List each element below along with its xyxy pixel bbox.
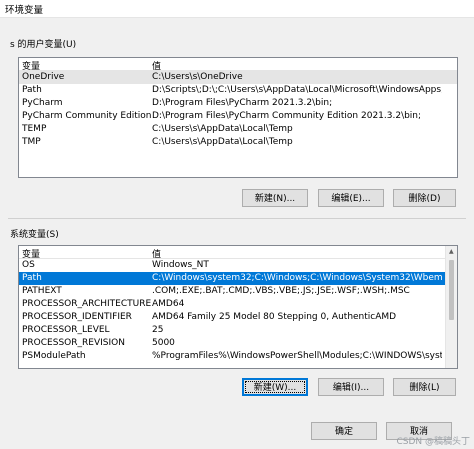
user-variables-list[interactable]: 变量 值 OneDrive C:\Users\s\OneDrive Path D:\…: [18, 57, 458, 178]
variable-name: PROCESSOR_IDENTIFIER: [22, 312, 132, 322]
table-row[interactable]: Path D:\Scripts\;D:\;C:\Users\s\AppData\L…: [19, 84, 457, 97]
system-edit-button[interactable]: 编辑(I)...: [318, 378, 384, 396]
variable-name: PROCESSOR_LEVEL: [22, 325, 110, 335]
user-new-button[interactable]: 新建(N)...: [242, 189, 308, 207]
variable-value: Windows_NT: [152, 260, 209, 270]
window-title: 环境变量: [5, 5, 44, 16]
table-row[interactable]: TEMP C:\Users\s\AppData\Local\Temp: [19, 123, 457, 136]
system-new-button[interactable]: 新建(W)...: [242, 378, 308, 396]
watermark: CSDN @稿稿头丁: [396, 437, 470, 447]
user-variables-label: s 的用户变量(U): [10, 40, 77, 50]
table-row[interactable]: PROCESSOR_IDENTIFIER AMD64 Family 25 Mode…: [19, 311, 457, 324]
table-row[interactable]: PyCharm D:\Program Files\PyCharm 2021.3.2…: [19, 97, 457, 110]
variable-name: OneDrive: [22, 72, 65, 82]
table-row[interactable]: PATHEXT .COM;.EXE;.BAT;.CMD;.VBS;.VBE;.JS…: [19, 285, 457, 298]
ok-button[interactable]: 确定: [311, 422, 377, 440]
variable-name: Path: [22, 273, 42, 283]
variable-name: PROCESSOR_ARCHITECTURE: [22, 299, 152, 309]
table-row[interactable]: PSModulePath %ProgramFiles%\WindowsPowerS…: [19, 350, 457, 363]
system-list-header: 变量 值: [19, 246, 457, 260]
system-variables-label: 系统变量(S): [10, 230, 59, 240]
variable-value: AMD64 Family 25 Model 80 Stepping 0, Aut…: [152, 312, 397, 322]
variable-name: PSModulePath: [22, 351, 86, 361]
system-variables-list[interactable]: 变量 值 OS Windows_NT Path C:\Windows\system3…: [18, 245, 458, 369]
table-row[interactable]: TMP C:\Users\s\AppData\Local\Temp: [19, 136, 457, 149]
variable-name: PROCESSOR_REVISION: [22, 338, 125, 348]
table-row-selected[interactable]: Path C:\Windows\system32;C:\Windows;C:\Wi…: [19, 272, 446, 285]
variable-value: C:\Windows\system32;C:\Windows;C:\Window…: [152, 273, 442, 283]
variable-name: OS: [22, 260, 35, 270]
scroll-up-icon[interactable]: ▲: [449, 248, 454, 255]
table-row[interactable]: PROCESSOR_REVISION 5000: [19, 337, 457, 350]
system-delete-button[interactable]: 删除(L): [393, 378, 456, 396]
scrollbar-thumb[interactable]: [449, 260, 454, 320]
variable-value: D:\Program Files\PyCharm Community Editi…: [152, 111, 422, 121]
variable-value: D:\Scripts\;D:\;C:\Users\s\AppData\Local…: [152, 85, 442, 95]
variable-value: C:\Users\s\AppData\Local\Temp: [152, 124, 293, 134]
variable-name: PATHEXT: [22, 286, 62, 296]
variable-value: C:\Users\s\OneDrive: [152, 72, 243, 82]
section-divider: [8, 218, 466, 219]
variable-name: PyCharm: [22, 98, 63, 108]
variable-name: PyCharm Community Edition: [22, 111, 152, 121]
variable-value: 25: [152, 325, 164, 335]
user-edit-button[interactable]: 编辑(E)...: [318, 189, 384, 207]
table-row[interactable]: PROCESSOR_ARCHITECTURE AMD64: [19, 298, 457, 311]
variable-value: .COM;.EXE;.BAT;.CMD;.VBS;.VBE;.JS;.JSE;.…: [152, 286, 410, 296]
variable-name: TMP: [22, 137, 41, 147]
variable-value: 5000: [152, 338, 175, 348]
vertical-scrollbar[interactable]: ▲: [445, 246, 457, 368]
table-row[interactable]: PROCESSOR_LEVEL 25: [19, 324, 457, 337]
variable-value: %ProgramFiles%\WindowsPowerShell\Modules…: [152, 351, 442, 361]
variable-name: TEMP: [22, 124, 47, 134]
variable-name: Path: [22, 85, 42, 95]
table-row[interactable]: PyCharm Community Edition D:\Program File…: [19, 110, 457, 123]
table-row[interactable]: OneDrive C:\Users\s\OneDrive: [19, 71, 457, 84]
variable-value: AMD64: [152, 299, 185, 309]
user-list-header: 变量 值: [19, 58, 457, 72]
user-delete-button[interactable]: 删除(D): [393, 189, 456, 207]
variable-value: C:\Users\s\AppData\Local\Temp: [152, 137, 293, 147]
title-bar: 环境变量: [0, 0, 474, 18]
variable-value: D:\Program Files\PyCharm 2021.3.2\bin;: [152, 98, 333, 108]
table-row[interactable]: OS Windows_NT: [19, 259, 457, 272]
